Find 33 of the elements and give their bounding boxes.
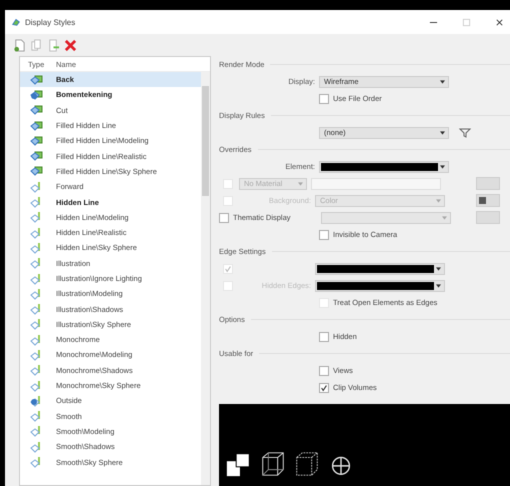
- style-icon: [30, 120, 44, 132]
- style-icon: [30, 134, 44, 147]
- copy-icon[interactable]: [30, 38, 43, 52]
- caret-icon: [442, 216, 447, 220]
- app-icon: [11, 17, 21, 27]
- caret-icon: [436, 284, 441, 288]
- color-swatch-button[interactable]: [476, 194, 500, 207]
- style-icon: [30, 74, 44, 86]
- style-icon: [30, 150, 44, 162]
- caret-icon: [440, 164, 445, 168]
- checkmark-icon: [224, 264, 232, 272]
- style-icon: [30, 104, 44, 116]
- caret-icon: [298, 182, 303, 186]
- caret-icon: [440, 80, 445, 84]
- new-document-icon[interactable]: [13, 38, 26, 52]
- color-dropdown[interactable]: [315, 262, 445, 274]
- thematic-dropdown[interactable]: [321, 212, 451, 224]
- caret-icon: [436, 198, 441, 202]
- caret-icon: [440, 130, 445, 134]
- checkmark-icon: [320, 384, 328, 392]
- close-icon[interactable]: [495, 18, 504, 26]
- color-dropdown[interactable]: [315, 280, 445, 292]
- import-icon[interactable]: [47, 38, 60, 52]
- window-title: Display Styles: [25, 18, 76, 26]
- maximize-icon[interactable]: [462, 18, 471, 26]
- filter-icon[interactable]: [459, 128, 471, 138]
- style-icon: [30, 88, 44, 101]
- material-field[interactable]: [311, 178, 441, 190]
- scrollbar[interactable]: [201, 72, 210, 485]
- caret-icon: [436, 266, 441, 270]
- delete-icon[interactable]: [64, 38, 77, 52]
- color-dropdown[interactable]: [319, 160, 449, 172]
- style-icon: [30, 165, 44, 178]
